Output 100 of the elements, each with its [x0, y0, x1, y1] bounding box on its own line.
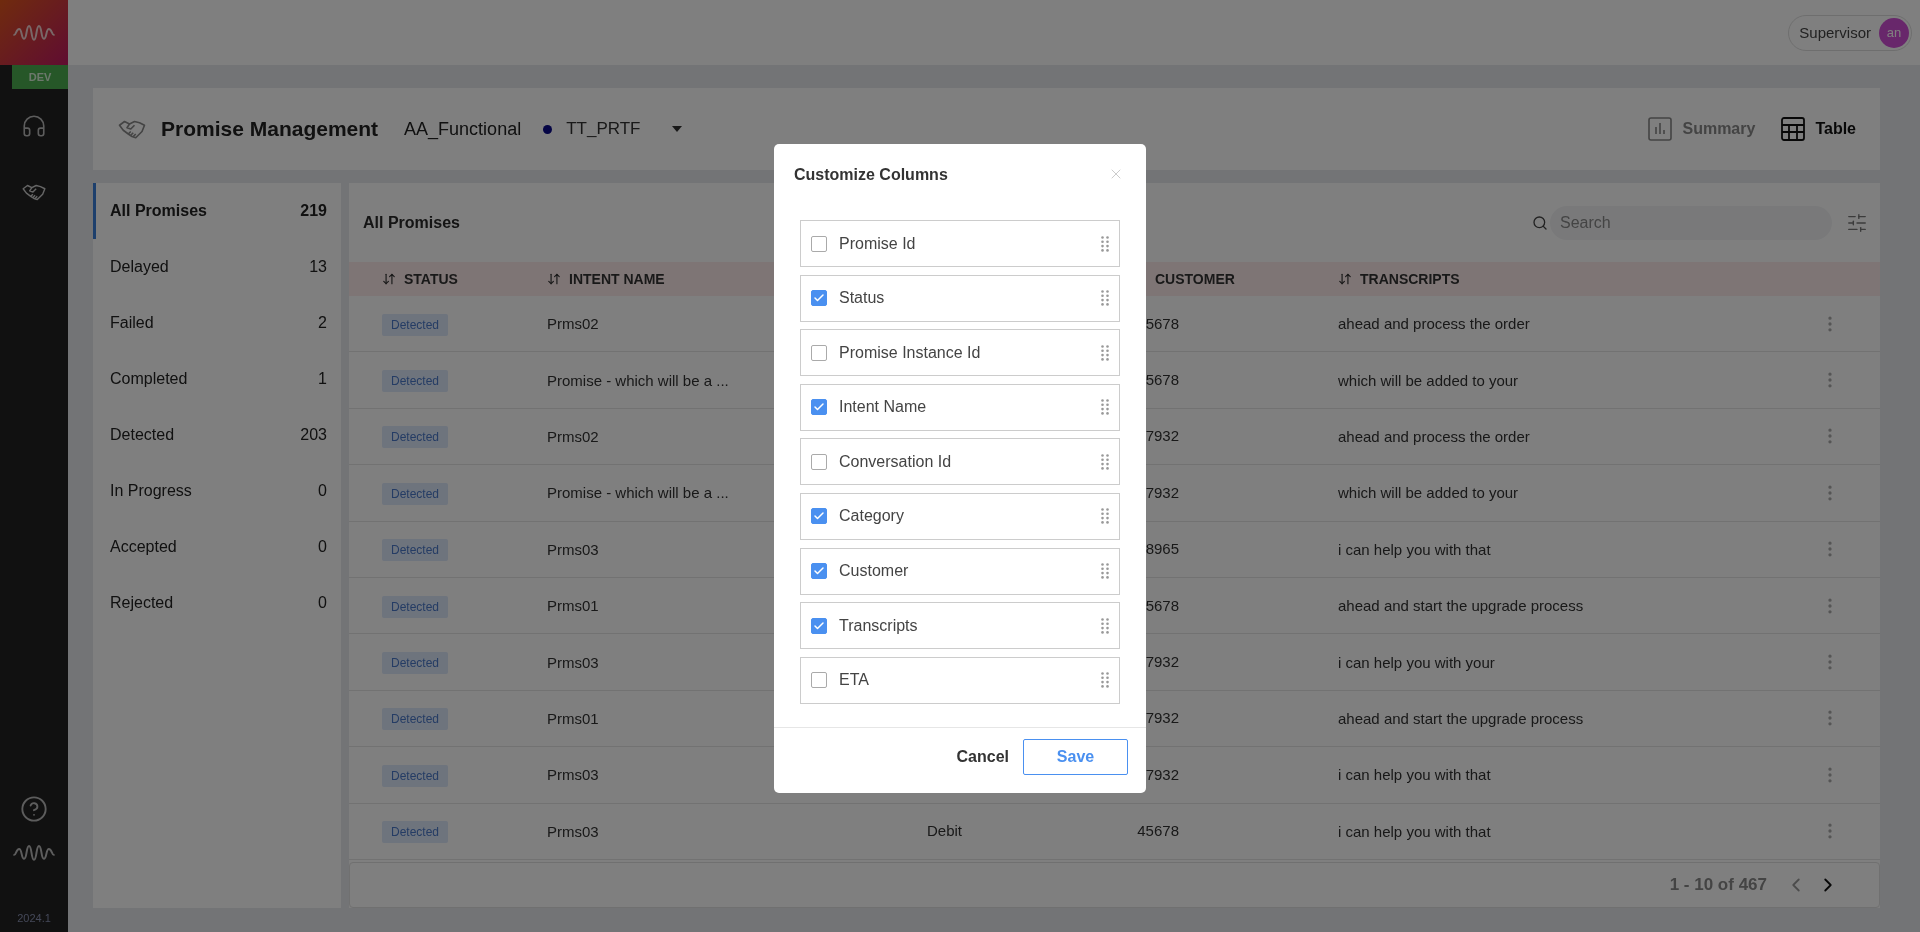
table-cell-text: Prms03 [547, 653, 600, 671]
filter-label: Rejected [110, 594, 174, 612]
save-button[interactable]: Save [1023, 738, 1128, 775]
checkbox[interactable] [811, 508, 827, 525]
status-tag: Detected [382, 426, 449, 449]
table-cell-text: 7932 [1144, 709, 1179, 727]
table-cell-text: Prms03 [547, 766, 600, 784]
drag-handle-icon[interactable] [1101, 290, 1109, 307]
column-header[interactable]: INTENT NAME [547, 271, 665, 287]
filter-item[interactable]: Detected 203 [93, 407, 341, 463]
table-cell-text: which will be added to your [1338, 484, 1520, 502]
drag-handle-icon[interactable] [1101, 344, 1109, 361]
status-tag: Detected [382, 652, 449, 675]
table-cell-text: ahead and start the upgrade process [1338, 597, 1585, 615]
wave-logo-icon [12, 843, 56, 863]
page-title: Promise Management [161, 117, 379, 141]
filter-count: 0 [318, 538, 327, 556]
table-cell-text: 7932 [1144, 483, 1179, 501]
column-option[interactable]: Customer [800, 547, 1120, 595]
checkbox[interactable] [811, 344, 827, 361]
column-option[interactable]: Status [800, 274, 1120, 322]
filter-item[interactable]: Failed 2 [93, 295, 341, 351]
column-option[interactable]: Category [800, 492, 1120, 540]
checkbox[interactable] [811, 399, 827, 416]
help-icon[interactable] [20, 795, 48, 823]
drag-handle-icon[interactable] [1101, 617, 1109, 634]
table-cell-text: i can help you with that [1338, 766, 1492, 784]
sort-icon [1338, 272, 1352, 286]
user-role: Supervisor [1799, 24, 1871, 41]
table-cell-text: Prms03 [547, 822, 600, 840]
wave-logo-icon [12, 22, 56, 43]
filter-label: All Promises [110, 202, 207, 220]
table-cell-text: Promise - which will be a ... [547, 371, 730, 389]
filter-item[interactable]: Completed 1 [93, 351, 341, 407]
column-header[interactable]: CUSTOMER [1133, 271, 1235, 287]
filter-item[interactable]: Accepted 0 [93, 519, 341, 575]
column-option[interactable]: Promise Instance Id [800, 329, 1120, 377]
table-cell-text: Prms01 [547, 597, 600, 615]
drag-handle-icon[interactable] [1101, 672, 1109, 689]
version-label: 2024.1 [17, 912, 51, 924]
column-option[interactable]: Promise Id [800, 220, 1120, 267]
checkbox[interactable] [811, 453, 827, 470]
table-cell-text: 5678 [1144, 371, 1179, 389]
drag-handle-icon[interactable] [1101, 453, 1109, 470]
table-cell-text: Prms03 [547, 540, 600, 558]
drag-handle-icon[interactable] [1101, 235, 1109, 252]
environment-badge: DEV [12, 65, 68, 89]
table-cell-text: Prms01 [547, 709, 600, 727]
table-cell-text: Prms02 [547, 315, 600, 333]
table-cell-text: Prms02 [547, 427, 600, 445]
cancel-button[interactable]: Cancel [956, 738, 1009, 775]
table-cell: Debit [927, 822, 963, 840]
headset-icon[interactable] [21, 113, 47, 139]
filter-label: Failed [110, 314, 154, 332]
filter-label: Completed [110, 370, 188, 388]
table-cell-text: 7932 [1144, 765, 1179, 783]
column-option[interactable]: Transcripts [800, 602, 1120, 650]
view-tab[interactable]: Summary [1648, 117, 1756, 141]
checkbox[interactable] [811, 617, 827, 634]
drag-handle-icon[interactable] [1101, 563, 1109, 580]
dialog-title: Customize Columns [794, 166, 948, 184]
column-option-label: Transcripts [839, 616, 918, 635]
checkbox[interactable] [811, 563, 827, 580]
avatar: an [1879, 17, 1909, 48]
check-icon [813, 619, 825, 632]
table-title: All Promises [363, 213, 460, 232]
sort-icon [547, 272, 561, 286]
column-option[interactable]: ETA [800, 656, 1120, 704]
filter-count: 203 [300, 426, 327, 444]
column-option[interactable]: Intent Name [800, 383, 1120, 431]
view-tab[interactable]: Table [1781, 117, 1856, 141]
filter-item[interactable]: Delayed 13 [93, 239, 341, 295]
column-settings-button[interactable] [1846, 211, 1868, 234]
drag-handle-icon[interactable] [1101, 399, 1109, 416]
checkbox[interactable] [811, 235, 827, 252]
checkbox[interactable] [811, 290, 827, 307]
status-tag: Detected [382, 764, 449, 787]
table-cell-text: 7932 [1144, 427, 1179, 445]
table-cell-text: Promise - which will be a ... [547, 484, 730, 502]
search-icon [1532, 214, 1548, 231]
column-option[interactable]: Conversation Id [800, 438, 1120, 486]
status-tag: Detected [382, 539, 449, 562]
filter-item[interactable]: Rejected 0 [93, 575, 341, 631]
pagination-label: 1 - 10 of 467 [1669, 875, 1767, 895]
drag-handle-icon[interactable] [1101, 508, 1109, 525]
app-logo[interactable] [0, 0, 68, 65]
filter-item[interactable]: In Progress 0 [93, 463, 341, 519]
bar-chart-icon [1648, 117, 1673, 141]
column-header[interactable]: STATUS [382, 271, 458, 287]
column-option-label: Promise Id [839, 234, 916, 253]
filter-label: Detected [110, 426, 175, 444]
table-cell-text: 8965 [1144, 540, 1179, 558]
column-option-label: Category [839, 507, 904, 526]
filter-item[interactable]: All Promises 219 [93, 183, 341, 239]
checkbox[interactable] [811, 672, 827, 689]
caret-down-icon[interactable] [672, 126, 683, 132]
column-option-label: Intent Name [839, 398, 927, 417]
status-tag: Detected [382, 595, 449, 618]
column-header[interactable]: TRANSCRIPTS [1338, 271, 1460, 287]
status-dot [543, 124, 553, 134]
